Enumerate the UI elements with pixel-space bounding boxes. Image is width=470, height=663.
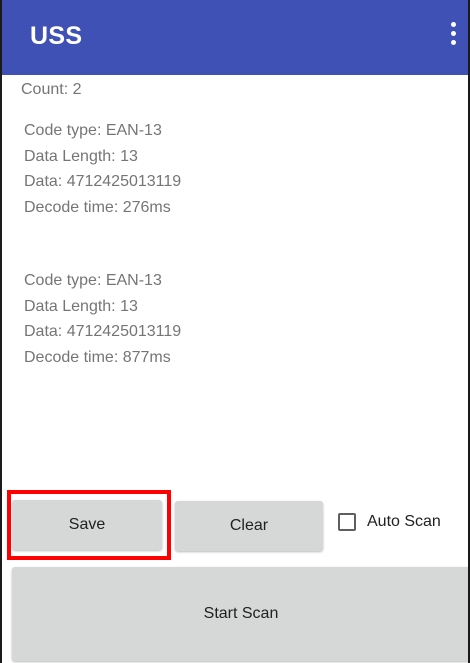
app-screen: USS Count: 2 Code type: EAN-13 Data Leng…	[0, 0, 470, 663]
auto-scan-checkbox[interactable]: Auto Scan	[338, 513, 441, 531]
data-length: Data Length: 13	[24, 147, 138, 165]
start-scan-button[interactable]: Start Scan	[12, 567, 468, 661]
scan-count: Count: 2	[21, 81, 82, 98]
barcode-data: Data: 4712425013119	[24, 173, 182, 190]
app-bar: USS	[2, 0, 468, 75]
app-title: USS	[30, 22, 83, 50]
clear-button[interactable]: Clear	[175, 501, 323, 551]
scan-result: Code type: EAN-13 Data Length: 13 Data: …	[24, 268, 181, 370]
save-button[interactable]: Save	[12, 500, 162, 550]
scan-result: Code type: EAN-13 Data Length: 13 Data: …	[24, 118, 181, 220]
data-length: Data Length: 13	[24, 297, 138, 315]
overflow-menu-icon[interactable]	[446, 22, 460, 52]
decode-time: Decode time: 877ms	[24, 348, 171, 366]
decode-time: Decode time: 276ms	[24, 198, 171, 216]
code-type: Code type: EAN-13	[24, 272, 162, 289]
code-type: Code type: EAN-13	[24, 122, 162, 139]
barcode-data: Data: 4712425013119	[24, 323, 182, 340]
checkbox-box[interactable]	[338, 513, 356, 531]
auto-scan-label: Auto Scan	[367, 513, 441, 530]
